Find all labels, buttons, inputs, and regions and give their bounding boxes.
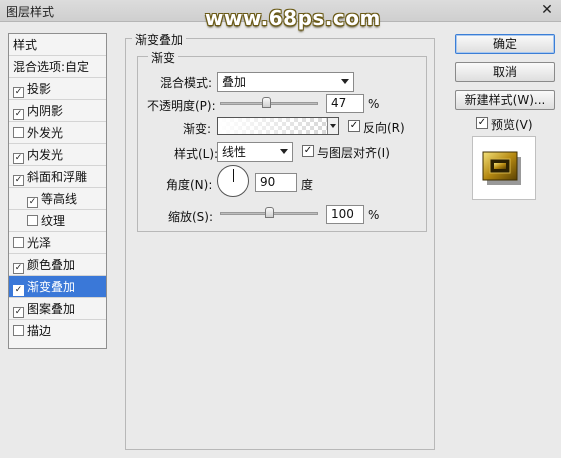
contour-checkbox[interactable]: ✓ [27, 197, 38, 208]
preview-label: 预览(V) [491, 118, 533, 132]
sidebar-item-label: 投影 [27, 82, 52, 96]
sidebar-item-pattern-overlay[interactable]: ✓ 图案叠加 [9, 298, 106, 320]
reverse-label: 反向(R) [363, 121, 405, 135]
styles-list: 样式 混合选项:自定 ✓ 投影 ✓ 内阴影 外发光 ✓ 内发光 ✓ 斜面和浮雕 ✓ 等高线… [8, 33, 107, 349]
sidebar-item-bevel-emboss[interactable]: ✓ 斜面和浮雕 [9, 166, 106, 188]
scale-unit: % [368, 208, 380, 222]
watermark-text: www.68ps.com [205, 6, 381, 30]
sidebar-item-inner-shadow[interactable]: ✓ 内阴影 [9, 100, 106, 122]
angle-unit: 度 [301, 178, 314, 192]
drop-shadow-checkbox[interactable]: ✓ [13, 87, 24, 98]
sidebar-item-stroke[interactable]: 描边 [9, 320, 106, 342]
satin-checkbox[interactable] [13, 237, 24, 248]
gradient-preview [218, 118, 326, 134]
inner-glow-checkbox[interactable]: ✓ [13, 153, 24, 164]
scale-slider-thumb[interactable] [264, 207, 274, 218]
sidebar-item-label: 外发光 [27, 126, 64, 140]
chevron-down-icon [341, 79, 349, 84]
angle-label: 角度(N): [166, 178, 213, 192]
sidebar-item-drop-shadow[interactable]: ✓ 投影 [9, 78, 106, 100]
sidebar-item-inner-glow[interactable]: ✓ 内发光 [9, 144, 106, 166]
scale-input[interactable]: 100 [326, 205, 364, 224]
texture-checkbox[interactable] [27, 215, 38, 226]
scale-label: 缩放(S): [168, 210, 214, 224]
opacity-unit: % [368, 97, 380, 111]
sidebar-item-gradient-overlay[interactable]: ✓ 渐变叠加 [9, 276, 106, 298]
sidebar-item-outer-glow[interactable]: 外发光 [9, 122, 106, 144]
sidebar-item-label: 内发光 [27, 148, 64, 162]
bevel-emboss-checkbox[interactable]: ✓ [13, 175, 24, 186]
cancel-button[interactable]: 取消 [455, 62, 555, 82]
reverse-checkbox[interactable]: ✓ [348, 120, 360, 132]
align-layer-checkbox[interactable]: ✓ [302, 145, 314, 157]
close-icon[interactable]: ✕ [539, 2, 555, 18]
window-title: 图层样式 [6, 5, 55, 19]
blend-options-item[interactable]: 混合选项:自定 [9, 56, 106, 78]
style-value: 线性 [222, 145, 247, 159]
new-style-button[interactable]: 新建样式(W)... [455, 90, 555, 110]
sidebar-item-texture[interactable]: 纹理 [9, 210, 106, 232]
angle-dial[interactable] [217, 165, 249, 197]
gold-frame-thumbnail [482, 151, 521, 185]
angle-input[interactable]: 90 [255, 173, 297, 192]
panel-title: 渐变叠加 [132, 31, 187, 48]
sidebar-item-label: 图案叠加 [27, 302, 76, 316]
sidebar-item-label: 描边 [27, 324, 52, 338]
outer-glow-checkbox[interactable] [13, 127, 24, 138]
gradient-label: 渐变: [183, 122, 212, 136]
sidebar-item-label: 内阴影 [27, 104, 64, 118]
opacity-input[interactable]: 47 [326, 94, 364, 113]
opacity-label: 不透明度(P): [147, 99, 216, 113]
ok-button[interactable]: 确定 [455, 34, 555, 54]
sidebar-item-label: 等高线 [41, 192, 78, 206]
sidebar-item-label: 光泽 [27, 236, 52, 250]
sidebar-item-color-overlay[interactable]: ✓ 颜色叠加 [9, 254, 106, 276]
chevron-down-icon [280, 149, 288, 154]
gradient-overlay-checkbox[interactable]: ✓ [13, 285, 24, 296]
preview-checkbox[interactable]: ✓ [476, 117, 488, 129]
pattern-overlay-checkbox[interactable]: ✓ [13, 307, 24, 318]
color-overlay-checkbox[interactable]: ✓ [13, 263, 24, 274]
gradient-swatch[interactable] [217, 117, 339, 135]
opacity-slider-thumb[interactable] [261, 97, 271, 108]
gradient-dropdown-button[interactable] [327, 118, 338, 134]
blend-mode-value: 叠加 [222, 75, 247, 89]
sidebar-item-label: 渐变叠加 [27, 280, 76, 294]
gradient-group-title: 渐变 [148, 49, 179, 66]
align-layer-label: 与图层对齐(I) [317, 146, 390, 160]
inner-shadow-checkbox[interactable]: ✓ [13, 109, 24, 120]
blend-mode-label: 混合模式: [160, 76, 213, 90]
sidebar-item-label: 斜面和浮雕 [27, 170, 88, 184]
angle-needle [233, 169, 234, 182]
sidebar-item-label: 纹理 [41, 214, 66, 228]
sidebar-item-label: 颜色叠加 [27, 258, 76, 272]
style-select[interactable]: 线性 [217, 142, 293, 162]
style-preview [472, 136, 536, 200]
blend-mode-select[interactable]: 叠加 [217, 72, 354, 92]
styles-header[interactable]: 样式 [9, 34, 106, 56]
stroke-checkbox[interactable] [13, 325, 24, 336]
sidebar-item-contour[interactable]: ✓ 等高线 [9, 188, 106, 210]
style-label: 样式(L): [174, 147, 219, 161]
sidebar-item-satin[interactable]: 光泽 [9, 232, 106, 254]
chevron-down-icon [330, 124, 336, 128]
